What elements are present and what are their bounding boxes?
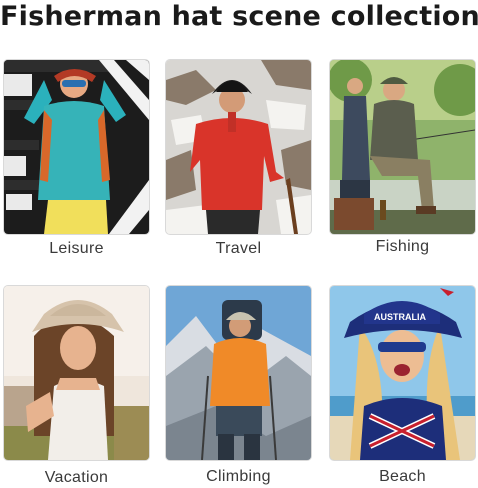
scene-label-fishing: Fishing — [375, 238, 430, 255]
scene-photo-fishing — [330, 60, 475, 234]
page-title: Fisherman hat scene collection — [0, 1, 478, 32]
scene-photo-leisure — [4, 60, 149, 234]
svg-text:AUSTRALIA: AUSTRALIA — [374, 312, 426, 322]
scene-label-vacation: Vacation — [44, 469, 109, 486]
scene-photo-climbing — [166, 286, 311, 460]
flag-hat-beach-photo: AUSTRALIA — [330, 286, 475, 460]
woman-in-sunglasses-photo — [4, 60, 149, 234]
scene-photo-beach: AUSTRALIA — [330, 286, 475, 460]
scene-label-travel: Travel — [215, 240, 262, 257]
woman-in-bucket-hat-photo — [4, 286, 149, 460]
fishermen-photo — [330, 60, 475, 234]
mountain-climber-photo — [166, 286, 311, 460]
scene-photo-travel — [166, 60, 311, 234]
scene-label-climbing: Climbing — [206, 468, 271, 485]
man-on-rocks-photo — [166, 60, 311, 234]
scene-photo-vacation — [4, 286, 149, 460]
scene-label-beach: Beach — [379, 468, 426, 485]
scene-label-leisure: Leisure — [49, 240, 104, 257]
